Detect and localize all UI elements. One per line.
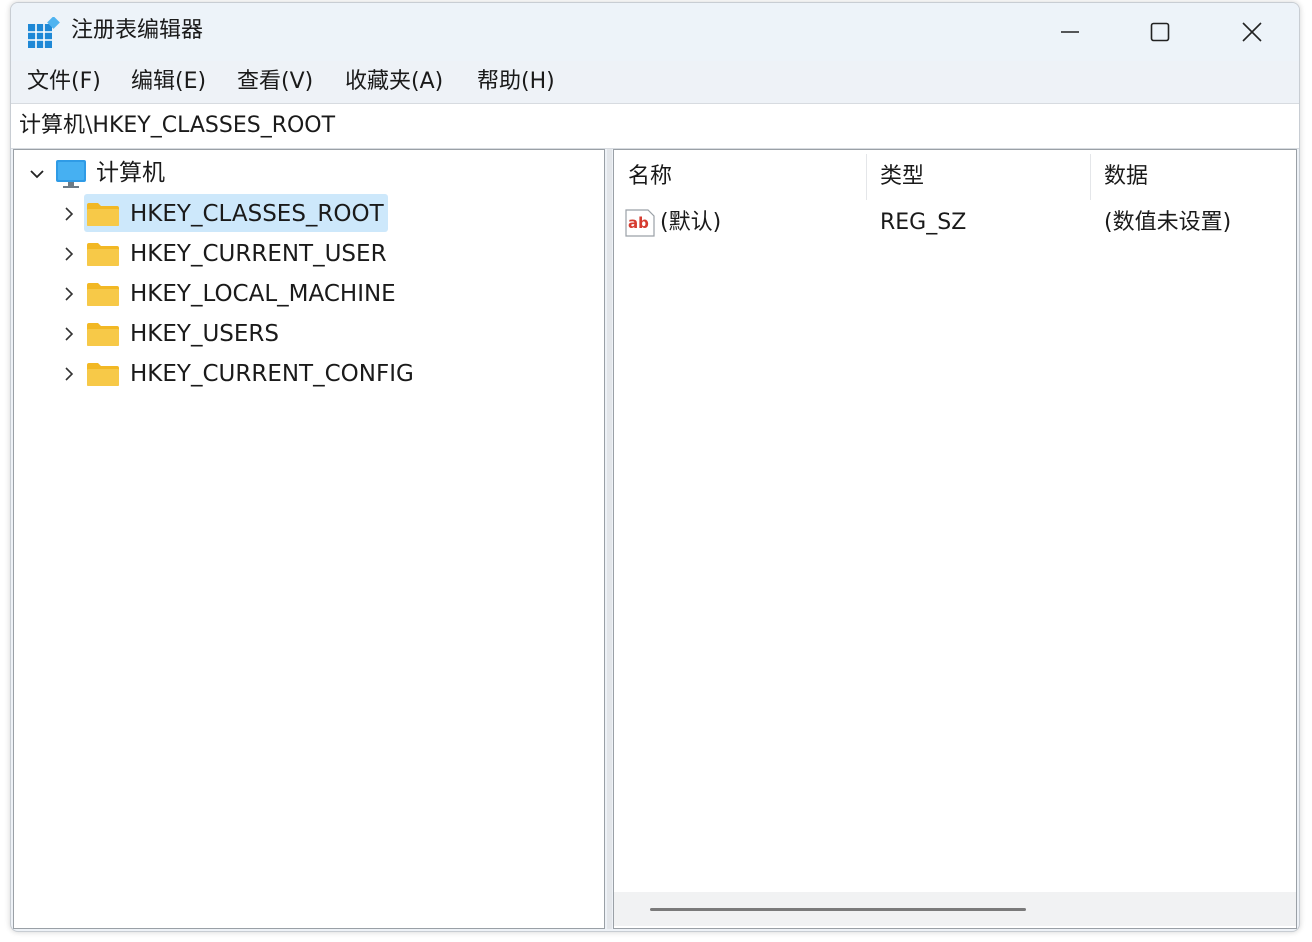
chevron-right-icon[interactable] xyxy=(60,325,78,343)
tree-item-hkey-current-user[interactable]: HKEY_CURRENT_USER xyxy=(14,236,602,272)
horizontal-scrollbar[interactable] xyxy=(614,892,1296,926)
tree-item-hkey-classes-root[interactable]: HKEY_CLASSES_ROOT xyxy=(14,196,602,232)
key-tree-pane[interactable]: 计算机 HKEY_CLASSES_ROOT HKEY_CURRENT_USER xyxy=(13,149,605,929)
horizontal-scrollbar-thumb[interactable] xyxy=(650,908,1026,911)
folder-icon xyxy=(87,243,119,266)
tree-item-label: HKEY_CURRENT_USER xyxy=(130,241,387,267)
tree-item-hkey-local-machine[interactable]: HKEY_LOCAL_MACHINE xyxy=(14,276,602,312)
column-header-data[interactable]: 数据 xyxy=(1104,162,1148,192)
value-list-pane[interactable]: 名称 类型 数据 ab (默认) REG_SZ (数值未设置) xyxy=(613,149,1297,929)
menu-view[interactable]: 查看(V) xyxy=(237,67,313,97)
chevron-right-icon[interactable] xyxy=(60,365,78,383)
close-button[interactable] xyxy=(1223,11,1281,53)
registry-editor-app-icon xyxy=(28,17,60,48)
tree-item-label: HKEY_CLASSES_ROOT xyxy=(130,201,384,227)
folder-icon xyxy=(87,363,119,386)
tree-item-hkey-current-config[interactable]: HKEY_CURRENT_CONFIG xyxy=(14,356,602,392)
folder-icon xyxy=(87,203,119,226)
svg-text:ab: ab xyxy=(628,214,649,232)
minimize-button[interactable] xyxy=(1041,11,1099,53)
window-title: 注册表编辑器 xyxy=(71,18,204,43)
computer-icon xyxy=(56,160,86,188)
menu-favorites[interactable]: 收藏夹(A) xyxy=(345,67,443,97)
string-value-icon: ab xyxy=(625,209,655,237)
menu-bar: 文件(F) 编辑(E) 查看(V) 收藏夹(A) 帮助(H) xyxy=(11,61,1299,103)
title-bar[interactable]: 注册表编辑器 xyxy=(11,3,1299,61)
tree-item-computer[interactable]: 计算机 xyxy=(14,156,602,192)
tree-item-label: HKEY_LOCAL_MACHINE xyxy=(130,281,396,307)
tree-item-label: HKEY_CURRENT_CONFIG xyxy=(130,361,414,387)
menu-file[interactable]: 文件(F) xyxy=(27,67,101,97)
folder-icon xyxy=(87,323,119,346)
value-name: (默认) xyxy=(660,210,722,235)
menu-edit[interactable]: 编辑(E) xyxy=(131,67,206,97)
chevron-right-icon[interactable] xyxy=(60,205,78,223)
chevron-right-icon[interactable] xyxy=(60,245,78,263)
column-divider[interactable] xyxy=(1090,154,1091,200)
minimize-icon xyxy=(1061,31,1079,33)
address-path[interactable]: 计算机\HKEY_CLASSES_ROOT xyxy=(19,112,335,140)
chevron-down-icon[interactable] xyxy=(28,165,46,183)
tree-item-label: HKEY_USERS xyxy=(130,321,280,347)
column-divider[interactable] xyxy=(866,154,867,200)
value-data: (数值未设置) xyxy=(1104,210,1232,235)
folder-icon xyxy=(87,283,119,306)
address-bar[interactable]: 计算机\HKEY_CLASSES_ROOT xyxy=(11,103,1299,149)
maximize-icon xyxy=(1150,22,1170,42)
value-type: REG_SZ xyxy=(880,210,967,235)
tree-root-label: 计算机 xyxy=(96,160,165,186)
column-header-type[interactable]: 类型 xyxy=(880,162,924,192)
maximize-button[interactable] xyxy=(1131,11,1189,53)
column-header-name[interactable]: 名称 xyxy=(628,162,672,192)
menu-help[interactable]: 帮助(H) xyxy=(477,67,555,97)
close-icon xyxy=(1242,22,1262,42)
registry-editor-window: 注册表编辑器 文件(F) 编辑(E) 查看(V) 收藏夹(A) 帮助(H) 计算… xyxy=(10,2,1300,932)
chevron-right-icon[interactable] xyxy=(60,285,78,303)
pane-splitter[interactable] xyxy=(607,149,612,929)
list-row-default[interactable]: ab (默认) REG_SZ (数值未设置) xyxy=(614,202,1294,242)
tree-item-hkey-users[interactable]: HKEY_USERS xyxy=(14,316,602,352)
